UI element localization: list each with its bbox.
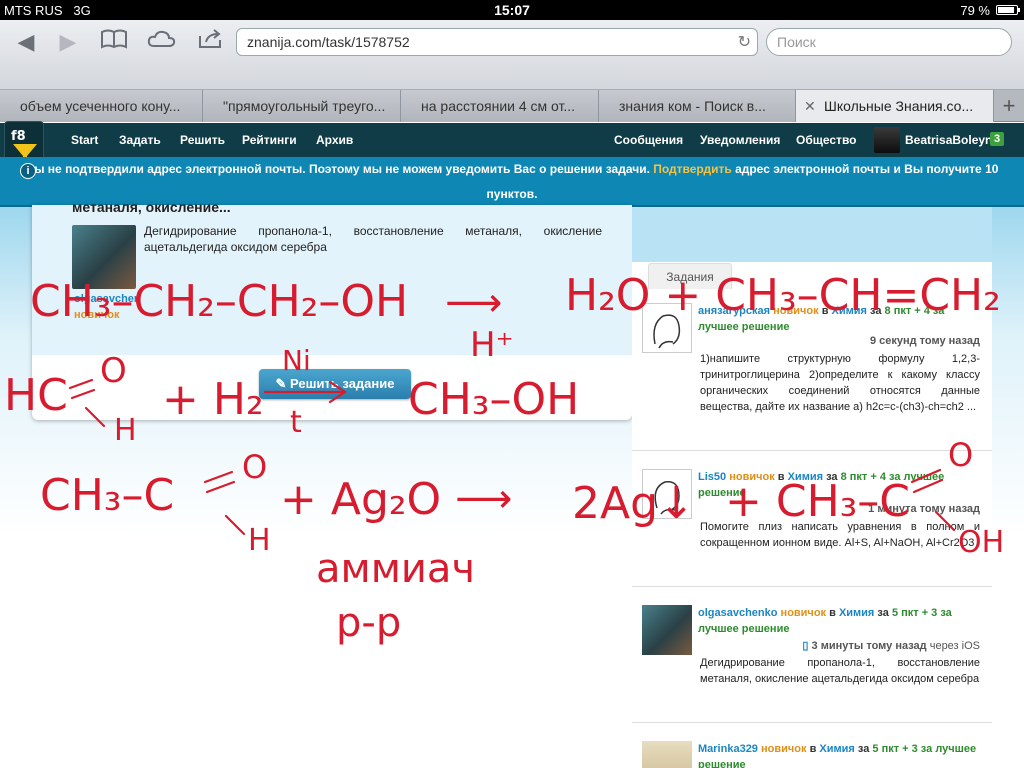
back-icon[interactable]: ◀ — [8, 28, 44, 56]
task-feed-item[interactable]: анязагурская новичок в Химия за 8 пкт + … — [632, 289, 992, 451]
nav-solve[interactable]: Решить — [180, 133, 225, 147]
browser-tab[interactable]: объем усеченного кону... — [0, 90, 203, 122]
feed-best: решение — [698, 487, 746, 499]
feed-for: за — [857, 743, 870, 755]
clock: 15:07 — [494, 2, 530, 18]
feed-time: 9 секунд тому назад — [869, 335, 980, 347]
task-feed-item[interactable]: Marinka329 новичок в Химия за 5 пкт + 3 … — [632, 723, 992, 768]
sidebar-header — [632, 207, 992, 262]
feed-points: 5 пкт + 3 за — [872, 743, 933, 755]
tab-tasks[interactable]: Задания — [648, 263, 732, 289]
notification-badge: 3 — [990, 132, 1005, 146]
status-bar: MTS RUS 3G 15:07 79 % — [0, 0, 1024, 20]
feed-text[interactable]: Дегидрирование пропанола-1, восстановлен… — [700, 655, 980, 687]
task-author-photo[interactable] — [72, 225, 136, 289]
tab-bar: объем усеченного кону... "прямоугольный … — [0, 90, 1024, 122]
icloud-tabs-icon[interactable] — [144, 28, 180, 56]
bookmarks-icon[interactable] — [96, 28, 132, 56]
mobile-icon: ▯ — [802, 640, 809, 652]
share-icon[interactable] — [192, 28, 228, 56]
site-nav: f8 Start Задать Решить Рейтинги Архив Со… — [0, 121, 1024, 169]
feed-user[interactable]: olgasavchenko — [698, 607, 777, 619]
feed-subject[interactable]: Химия — [839, 607, 874, 619]
close-tab-icon[interactable]: ✕ — [804, 90, 816, 122]
feed-in: в — [809, 743, 817, 755]
feed-via: через iOS — [929, 640, 980, 652]
new-tab-icon[interactable]: + — [994, 90, 1024, 122]
url-text: znanija.com/task/1578752 — [247, 34, 410, 50]
tab-label: знания ком - Поиск в... — [619, 98, 766, 114]
nav-messages[interactable]: Сообщения — [614, 133, 683, 147]
feed-user[interactable]: анязагурская — [698, 305, 770, 317]
feed-text[interactable]: 1)напишите структурную формулу 1,2,3-три… — [700, 351, 980, 415]
search-placeholder: Поиск — [777, 34, 816, 50]
solve-task-button[interactable]: ✎ Решить задание — [259, 369, 411, 399]
svg-text:f8: f8 — [11, 129, 26, 144]
avatar[interactable] — [642, 469, 692, 519]
tab-label: на расстоянии 4 см от... — [421, 98, 576, 114]
feed-rank: новичок — [773, 305, 819, 317]
nav-ask[interactable]: Задать — [119, 133, 161, 147]
browser-tab[interactable]: "прямоугольный треуго... — [203, 90, 401, 122]
feed-user[interactable]: Marinka329 — [698, 743, 758, 755]
feed-points: 8 пкт + 4 за — [884, 305, 945, 317]
nav-notifications[interactable]: Уведомления — [700, 133, 780, 147]
feed-subject[interactable]: Химия — [819, 743, 854, 755]
feed-in: в — [777, 471, 785, 483]
address-bar[interactable]: znanija.com/task/1578752 ↻ — [236, 28, 758, 56]
nav-community[interactable]: Общество — [796, 133, 857, 147]
task-feed-item[interactable]: Lis50 новичок в Химия за 8 пкт + 4 за лу… — [632, 451, 992, 587]
battery-percent: 79 % — [960, 3, 990, 18]
nav-archive[interactable]: Архив — [316, 133, 353, 147]
feed-for: за — [826, 471, 838, 483]
browser-tab-active[interactable]: ✕ Школьные Знания.со... — [796, 90, 994, 122]
alert-text: Вы не подтвердили адрес электронной почт… — [25, 162, 650, 176]
solve-task-label: Решить задание — [290, 376, 395, 391]
browser-tab[interactable]: знания ком - Поиск в... — [599, 90, 796, 122]
feed-text[interactable]: Помогите плиз написать уравнения в полно… — [700, 519, 980, 551]
feed-best: лучшее решение — [698, 321, 790, 333]
feed-in: в — [821, 305, 829, 317]
info-icon: i — [20, 163, 36, 179]
feed-time-row: ▯ 3 минуты тому назад через iOS — [802, 639, 980, 652]
task-author-rank: новичок — [74, 309, 120, 321]
feed-rank: новичок — [761, 743, 807, 755]
feed-points: 5 пкт + 3 за — [891, 607, 952, 619]
feed-rank: новичок — [780, 607, 827, 619]
tab-label: объем усеченного кону... — [20, 98, 181, 114]
avatar[interactable] — [642, 303, 692, 353]
avatar[interactable] — [642, 741, 692, 768]
tab-label: "прямоугольный треуго... — [223, 98, 386, 114]
feed-time: 1 минута тому назад — [868, 503, 980, 515]
confirm-email-link[interactable]: Подтвердить — [653, 162, 731, 176]
task-title: метаналя, окисление... — [72, 199, 231, 215]
tasks-sidebar: Задания анязагурская новичок в Химия за … — [632, 207, 992, 768]
browser-toolbar: ◀ ▶ znanija.com/task/1578752 ↻ Поиск — [0, 20, 1024, 90]
feed-for: за — [870, 305, 882, 317]
feed-time: 3 минуты тому назад — [811, 640, 927, 652]
feed-user[interactable]: Lis50 — [698, 471, 726, 483]
task-card: метаналя, окисление... Дегидрирование пр… — [32, 199, 632, 420]
feed-points: 8 пкт + 4 за лучшее — [840, 471, 945, 483]
user-avatar[interactable] — [874, 127, 900, 153]
tab-label: Школьные Знания.со... — [824, 98, 974, 114]
forward-icon[interactable]: ▶ — [50, 28, 86, 56]
nav-ratings[interactable]: Рейтинги — [242, 133, 297, 147]
task-author-name[interactable]: olgasavcher — [74, 293, 138, 305]
feed-best: лучшее решение — [698, 623, 790, 635]
nav-start[interactable]: Start — [71, 133, 98, 147]
search-field[interactable]: Поиск — [766, 28, 1012, 56]
reload-icon[interactable]: ↻ — [738, 29, 751, 56]
battery-icon — [996, 5, 1020, 15]
task-text: Дегидрирование пропанола-1, восстановлен… — [144, 224, 602, 254]
nav-username[interactable]: BeatrisaBoleyn — [905, 133, 992, 147]
feed-in: в — [829, 607, 836, 619]
task-feed-item[interactable]: olgasavchenko новичок в Химия за 5 пкт +… — [632, 587, 992, 723]
feed-rank: новичок — [729, 471, 775, 483]
feed-subject[interactable]: Химия — [832, 305, 867, 317]
avatar[interactable] — [642, 605, 692, 655]
browser-tab[interactable]: на расстоянии 4 см от... — [401, 90, 599, 122]
feed-for: за — [877, 607, 889, 619]
feed-subject[interactable]: Химия — [788, 471, 823, 483]
